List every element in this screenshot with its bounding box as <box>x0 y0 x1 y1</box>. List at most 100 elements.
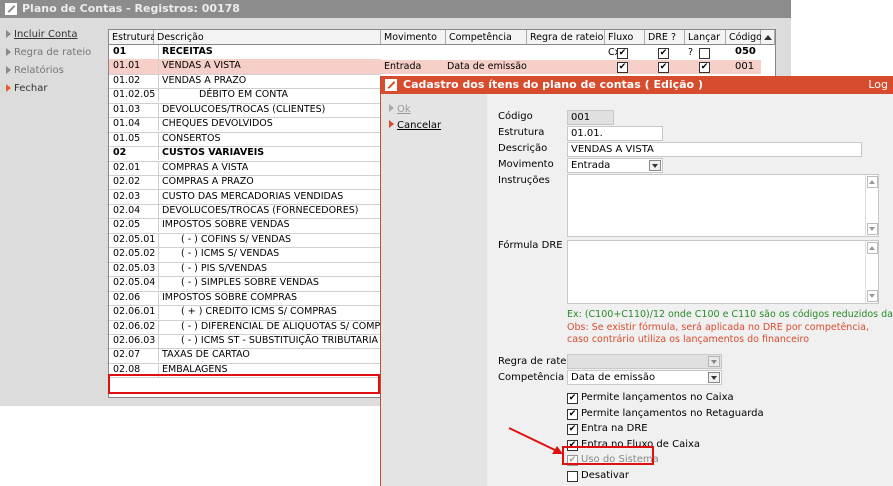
estrutura-field[interactable]: 01.01. <box>567 126 663 141</box>
relatorios-button[interactable]: Relatórios <box>6 64 64 78</box>
col-header-codigo[interactable]: Código <box>726 30 762 45</box>
regra-de-rateio-button[interactable]: Regra de rateio <box>6 46 91 60</box>
dialog-title-bar: Cadastro dos ítens do plano de contas ( … <box>381 76 893 94</box>
movimento-select[interactable]: Entrada <box>567 158 663 173</box>
side-menu: Incluir Conta Regra de rateio Relatórios… <box>0 18 96 406</box>
row0-fluxo-checkbox[interactable]: ✔ <box>617 48 628 59</box>
descricao-cell: ( - ) ICMS ST - SUBSTITUIÇÃO TRIBUTARIA <box>158 334 401 348</box>
descricao-cell: ( - ) DIFERENCIAL DE ALIQUOTAS S/ COMPRA… <box>158 319 401 334</box>
regra-de-rateio-label: Regra de rateio <box>14 47 92 58</box>
table-row[interactable]: 02.03 CUSTO DAS MERCADORIAS VENDIDAS <box>109 189 382 205</box>
table-row[interactable]: 01.02.05 DÉBITO EM CONTA <box>109 88 381 104</box>
scroll-up-icon[interactable] <box>867 176 878 188</box>
cancelar-button[interactable]: Cancelar <box>389 120 441 131</box>
col-header-descricao[interactable]: Descrição <box>154 30 381 45</box>
cancelar-label: Cancelar <box>397 120 442 131</box>
table-row[interactable]: 01.01 VENDAS A VISTA <box>109 59 381 75</box>
checkbox-icon[interactable]: ✔ <box>567 408 578 420</box>
table-row[interactable]: 01.02 VENDAS A PRAZO <box>109 73 381 90</box>
table-row[interactable]: 02.01 COMPRAS A VISTA <box>109 160 381 177</box>
app-logo-icon <box>5 3 17 15</box>
checkbox-icon[interactable]: ✔ <box>567 424 578 436</box>
codigo-label: Código <box>498 111 533 122</box>
row0-lancar-checkbox[interactable] <box>699 48 710 59</box>
instrucoes-label: Instruções <box>498 175 550 186</box>
descricao-field[interactable]: VENDAS A VISTA <box>567 142 862 157</box>
col-header-dre[interactable]: DRE ? <box>645 30 685 45</box>
scroll-down-icon[interactable] <box>867 223 878 235</box>
descricao-cell: COMPRAS A PRAZO <box>158 175 382 190</box>
table-row[interactable]: 02 CUSTOS VARIAVEIS <box>109 146 381 162</box>
descricao-cell: IMPOSTOS SOBRE COMPRAS <box>158 290 382 305</box>
descricao-cell: ( + ) CREDITO ICMS S/ COMPRAS <box>158 305 401 320</box>
table-row[interactable]: 02.06.01( + ) CREDITO ICMS S/ COMPRAS <box>109 305 381 321</box>
estrutura-cell: 01.05 <box>113 132 141 144</box>
formula-textarea[interactable] <box>567 240 879 304</box>
table-row[interactable]: 01.04 CHEQUES DEVOLVIDOS <box>109 117 382 133</box>
log-button[interactable]: Log <box>868 76 888 94</box>
table-row[interactable]: 02.05 IMPOSTOS SOBRE VENDAS <box>109 218 381 234</box>
table-row[interactable]: 01.03 DEVOLUCOES/TROCAS (CLIENTES) <box>109 102 381 119</box>
row1-fluxo-checkbox[interactable]: ✔ <box>617 62 628 73</box>
row1-lancar-checkbox[interactable]: ✔ <box>699 62 710 73</box>
col-header-fluxo[interactable]: Fluxo Cx <box>605 30 645 58</box>
scroll-up-button[interactable] <box>761 30 775 45</box>
table-row[interactable]: 02.06.02( - ) DIFERENCIAL DE ALIQUOTAS S… <box>109 319 399 335</box>
table-row[interactable]: 02.04 DEVOLUCOES/TROCAS (FORNECEDORES) <box>109 203 381 220</box>
descricao-cell: TAXAS DE CARTAO <box>158 348 382 363</box>
table-row[interactable]: 02.06.03( - ) ICMS ST - SUBSTITUIÇÃO TRI… <box>109 334 381 350</box>
table-row[interactable]: 02.05.02( - ) ICMS S/ VENDAS <box>109 247 381 263</box>
col-header-regra[interactable]: Regra de rateio <box>527 30 605 45</box>
checkbox-icon[interactable]: ✔ <box>567 393 578 404</box>
competencia-label: Competência <box>498 372 565 383</box>
dialog-title: Cadastro dos ítens do plano de contas ( … <box>403 78 703 91</box>
movimento-label: Movimento <box>498 159 554 170</box>
incluir-conta-button[interactable]: Incluir Conta <box>6 28 77 42</box>
instrucoes-scrollbar[interactable] <box>865 175 878 236</box>
estrutura-cell: 01.01 <box>113 60 141 72</box>
estrutura-cell: 02.01 <box>113 161 141 173</box>
estrutura-cell: 01 <box>113 46 127 57</box>
fechar-label: Fechar <box>14 83 48 94</box>
estrutura-cell: 02.06 <box>113 291 141 303</box>
estrutura-cell: 02.05.02 <box>113 248 156 260</box>
checkbox-icon[interactable] <box>567 471 578 482</box>
scroll-down-icon[interactable] <box>867 290 878 302</box>
chevron-down-icon[interactable] <box>649 160 661 171</box>
table-row[interactable]: 01.05 CONSERTOS <box>109 131 381 148</box>
instrucoes-textarea[interactable] <box>567 174 879 237</box>
descricao-cell: CHEQUES DEVOLVIDOS <box>158 117 382 132</box>
descricao-cell: ( - ) PIS S/VENDAS <box>158 261 401 276</box>
descricao-cell: CUSTO DAS MERCADORIAS VENDIDAS <box>158 189 382 204</box>
table-row[interactable]: 02.06 IMPOSTOS SOBRE COMPRAS <box>109 290 382 307</box>
table-row[interactable]: 02.05.03( - ) PIS S/VENDAS <box>109 261 381 278</box>
row1-dre-checkbox[interactable]: ✔ <box>658 62 669 73</box>
table-row[interactable]: 02.02 COMPRAS A PRAZO <box>109 175 382 191</box>
ok-button[interactable]: Ok <box>389 104 411 115</box>
row0-dre-checkbox[interactable]: ✔ <box>658 48 669 59</box>
arrow-icon <box>389 120 394 128</box>
chevron-down-icon[interactable] <box>708 372 720 383</box>
col-header-competencia[interactable]: Competência <box>446 30 527 45</box>
estrutura-cell: 02.02 <box>113 176 141 188</box>
estrutura-cell: 02.05.03 <box>113 262 156 274</box>
col-header-movimento[interactable]: Movimento <box>381 30 446 45</box>
formula-obs: Obs: Se existir fórmula, será aplicada n… <box>567 322 870 345</box>
highlight-empty-row[interactable] <box>108 374 380 394</box>
chevron-down-icon <box>708 356 720 367</box>
scroll-up-icon[interactable] <box>867 242 878 254</box>
col-header-estrutura[interactable]: Estrutura <box>109 30 156 45</box>
table-row[interactable]: 02.07 TAXAS DE CARTAO <box>109 348 382 364</box>
descricao-cell: ( - ) ICMS S/ VENDAS <box>158 247 401 262</box>
col-header-lancar[interactable]: Lançar ? <box>685 30 726 58</box>
table-row[interactable]: 02.05.04( - ) SIMPLES SOBRE VENDAS <box>109 276 381 292</box>
estrutura-label: Estrutura <box>498 127 545 138</box>
descricao-cell: ( - ) COFINS S/ VENDAS <box>158 232 401 247</box>
formula-scrollbar[interactable] <box>865 241 878 303</box>
table-row[interactable]: 01 RECEITAS <box>109 45 381 61</box>
incluir-conta-label: Incluir Conta <box>14 29 78 40</box>
table-row[interactable]: 02.05.01( - ) COFINS S/ VENDAS <box>109 232 381 249</box>
fechar-button[interactable]: Fechar <box>6 82 47 96</box>
arrow-icon <box>389 104 394 112</box>
competencia-select[interactable]: Data de emissão <box>567 370 722 385</box>
